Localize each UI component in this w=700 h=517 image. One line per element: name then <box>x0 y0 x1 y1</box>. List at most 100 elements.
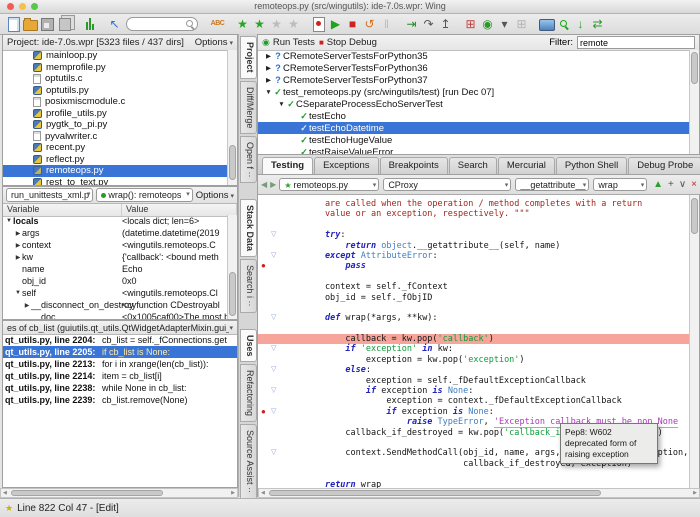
tab-python-shell[interactable]: Python Shell <box>556 157 627 174</box>
debug-file-icon[interactable] <box>310 16 327 32</box>
side-tab-refactoring[interactable]: Refactoring <box>240 364 257 422</box>
project-file-row[interactable]: profile_utils.py <box>3 108 228 120</box>
breadcrumb-dropdown-1[interactable]: CProxy <box>383 178 511 191</box>
fold-marker-icon[interactable]: ▽ <box>271 407 276 417</box>
step-out-icon[interactable]: ↥ <box>437 16 454 32</box>
expand-icon[interactable]: ▶ <box>264 52 273 60</box>
project-options-button[interactable]: Options▾ <box>195 37 233 48</box>
uses-row[interactable]: qt_utils.py, line 2214: item = cb_list[i… <box>3 370 237 382</box>
uses-row[interactable]: qt_utils.py, line 2204:cb_list = self._f… <box>3 334 237 346</box>
minimize-window-icon[interactable] <box>19 3 26 10</box>
fold-marker-icon[interactable]: ▽ <box>271 365 276 375</box>
project-file-row[interactable]: recent.py <box>3 142 228 154</box>
test-tree-row[interactable]: ▶?CRemoteServerTestsForPython37 <box>258 74 690 86</box>
project-file-row[interactable]: pyvalwriter.c <box>3 131 228 143</box>
collapse-icon[interactable]: ▼ <box>5 218 13 224</box>
history-back-icon[interactable]: ◀ <box>261 180 267 189</box>
test-tree-row[interactable]: ✓testEchoHugeValue <box>258 134 690 146</box>
test-tree-row[interactable]: ▶?CRemoteServerTestsForPython36 <box>258 62 690 74</box>
side-tab-uses[interactable]: Uses <box>240 329 257 363</box>
run-icon[interactable]: ▶ <box>327 16 344 32</box>
restart-icon[interactable]: ↺ <box>361 16 378 32</box>
tab-debug-probe[interactable]: Debug Probe <box>628 157 700 174</box>
expand-icon[interactable]: ▶ <box>14 242 22 249</box>
side-tab-search-i-[interactable]: Search i ·· <box>240 259 257 313</box>
history-forward-icon[interactable]: ▶ <box>270 180 276 189</box>
python-shell-icon[interactable] <box>538 16 555 32</box>
uses-row[interactable]: qt_utils.py, line 2205:if cb_list is Non… <box>3 346 237 358</box>
code-editor[interactable]: are called when the operation / method c… <box>258 195 700 488</box>
project-file-row[interactable]: memprofile.py <box>3 62 228 74</box>
fold-marker-icon[interactable]: ▽ <box>271 251 276 261</box>
collapse-icon[interactable]: ▼ <box>277 101 286 108</box>
tab-testing[interactable]: Testing <box>262 157 313 174</box>
step-over-icon[interactable]: ↷ <box>420 16 437 32</box>
expand-icon[interactable]: ▶ <box>264 76 273 84</box>
expand-icon[interactable]: ▶ <box>264 64 273 72</box>
side-tab-open-f-[interactable]: Open f ·· <box>240 136 257 184</box>
fold-marker-icon[interactable]: ▽ <box>271 344 276 354</box>
fold-marker-icon[interactable]: ▽ <box>271 386 276 396</box>
project-file-row[interactable]: optutils.py <box>3 85 228 97</box>
project-file-row[interactable]: reflect.py <box>3 154 228 166</box>
goto-symbol-icon[interactable]: ↖ <box>106 16 123 32</box>
tests-scrollbar[interactable] <box>689 50 699 154</box>
variable-row[interactable]: __doc__<0x1005caf00>The most base type <box>3 311 228 319</box>
bookmark-set-icon[interactable]: ★ <box>234 16 251 32</box>
test-tree-row[interactable]: ▶?CRemoteServerTestsForPython35 <box>258 50 690 62</box>
test-tree-row[interactable]: ✓testRaiseValueError <box>258 146 690 154</box>
maximize-window-icon[interactable] <box>31 3 38 10</box>
tab-exceptions[interactable]: Exceptions <box>314 157 378 174</box>
editor-scrollbar[interactable] <box>689 195 699 488</box>
test-tree-row[interactable]: ▼✓CSeparateProcessEchoServerTest <box>258 98 690 110</box>
project-file-row[interactable]: posixmiscmodule.c <box>3 96 228 108</box>
breadcrumb-dropdown-0[interactable]: ★remoteops.py <box>279 178 379 191</box>
marker-dropdown-icon[interactable]: ▾ <box>496 16 513 32</box>
test-tree-row[interactable]: ✓testEcho <box>258 110 690 122</box>
open-file-icon[interactable] <box>22 16 39 32</box>
uses-row[interactable]: qt_utils.py, line 2238: while None in cb… <box>3 382 237 394</box>
variable-row[interactable]: ▼locals<locals dict; len=6> <box>3 215 228 227</box>
close-window-icon[interactable] <box>7 3 14 10</box>
split-editor-icon[interactable]: + <box>668 179 674 190</box>
sync-icon[interactable]: ⇄ <box>589 16 606 32</box>
stop-icon[interactable]: ■ <box>344 16 361 32</box>
spellcheck-icon[interactable]: ABC <box>209 16 226 32</box>
debug-marker-green-icon[interactable]: ◉ <box>479 16 496 32</box>
uses-row[interactable]: qt_utils.py, line 2213: for i in xrange(… <box>3 358 237 370</box>
uses-row[interactable]: qt_utils.py, line 2239: cb_list.remove(N… <box>3 394 237 406</box>
tab-breakpoints[interactable]: Breakpoints <box>380 157 448 174</box>
breakpoint-icon[interactable]: ● <box>261 261 266 271</box>
fold-marker-icon[interactable]: ▽ <box>271 230 276 240</box>
toolbar-search-input[interactable] <box>126 17 198 31</box>
fold-marker-icon[interactable]: ▽ <box>271 448 276 458</box>
debug-marker-red-icon[interactable]: ⊞ <box>462 16 479 32</box>
test-tree-row[interactable]: ▼✓test_remoteops.py (src/wingutils/test)… <box>258 86 690 98</box>
variable-row[interactable]: ▶args(datetime.datetime(2019 <box>3 227 228 239</box>
project-file-row[interactable]: pygtk_to_pi.py <box>3 119 228 131</box>
debug-marker-off-icon[interactable]: ⊞ <box>513 16 530 32</box>
project-scrollbar[interactable] <box>227 50 237 185</box>
save-icon[interactable] <box>39 16 56 32</box>
stack-options-button[interactable]: Options▾ <box>196 190 234 201</box>
profiler-icon[interactable] <box>81 16 98 32</box>
editor-menu-icon[interactable]: ∨ <box>679 179 686 190</box>
collapse-icon[interactable]: ▼ <box>264 89 273 96</box>
side-tab-diff-merge[interactable]: Diff/Merge <box>240 81 257 134</box>
collapse-icon[interactable]: ▼ <box>14 290 22 296</box>
bookmark-prev-icon[interactable]: ★ <box>268 16 285 32</box>
disabled-breakpoint-icon[interactable]: ● <box>261 334 266 344</box>
expand-icon[interactable]: ▶ <box>14 254 22 261</box>
variable-row[interactable]: ▶context<wingutils.remoteops.C <box>3 239 228 251</box>
variable-row[interactable]: obj_id0x0 <box>3 275 228 287</box>
project-file-row[interactable]: optutils.c <box>3 73 228 85</box>
breadcrumb-dropdown-3[interactable]: wrap <box>593 178 647 191</box>
editor-horizontal-scrollbar[interactable]: ◀▶ <box>258 488 700 498</box>
step-into-icon[interactable]: ⇥ <box>403 16 420 32</box>
project-file-row[interactable]: mainloop.py <box>3 50 228 62</box>
tab-search[interactable]: Search <box>449 157 497 174</box>
breakpoint-icon[interactable]: ● <box>261 407 266 417</box>
left-horizontal-scrollbar[interactable]: ◀▶ <box>0 488 238 498</box>
breadcrumb-dropdown-2[interactable]: __getattribute__ <box>515 178 589 191</box>
bookmark-next-icon[interactable]: ★ <box>285 16 302 32</box>
